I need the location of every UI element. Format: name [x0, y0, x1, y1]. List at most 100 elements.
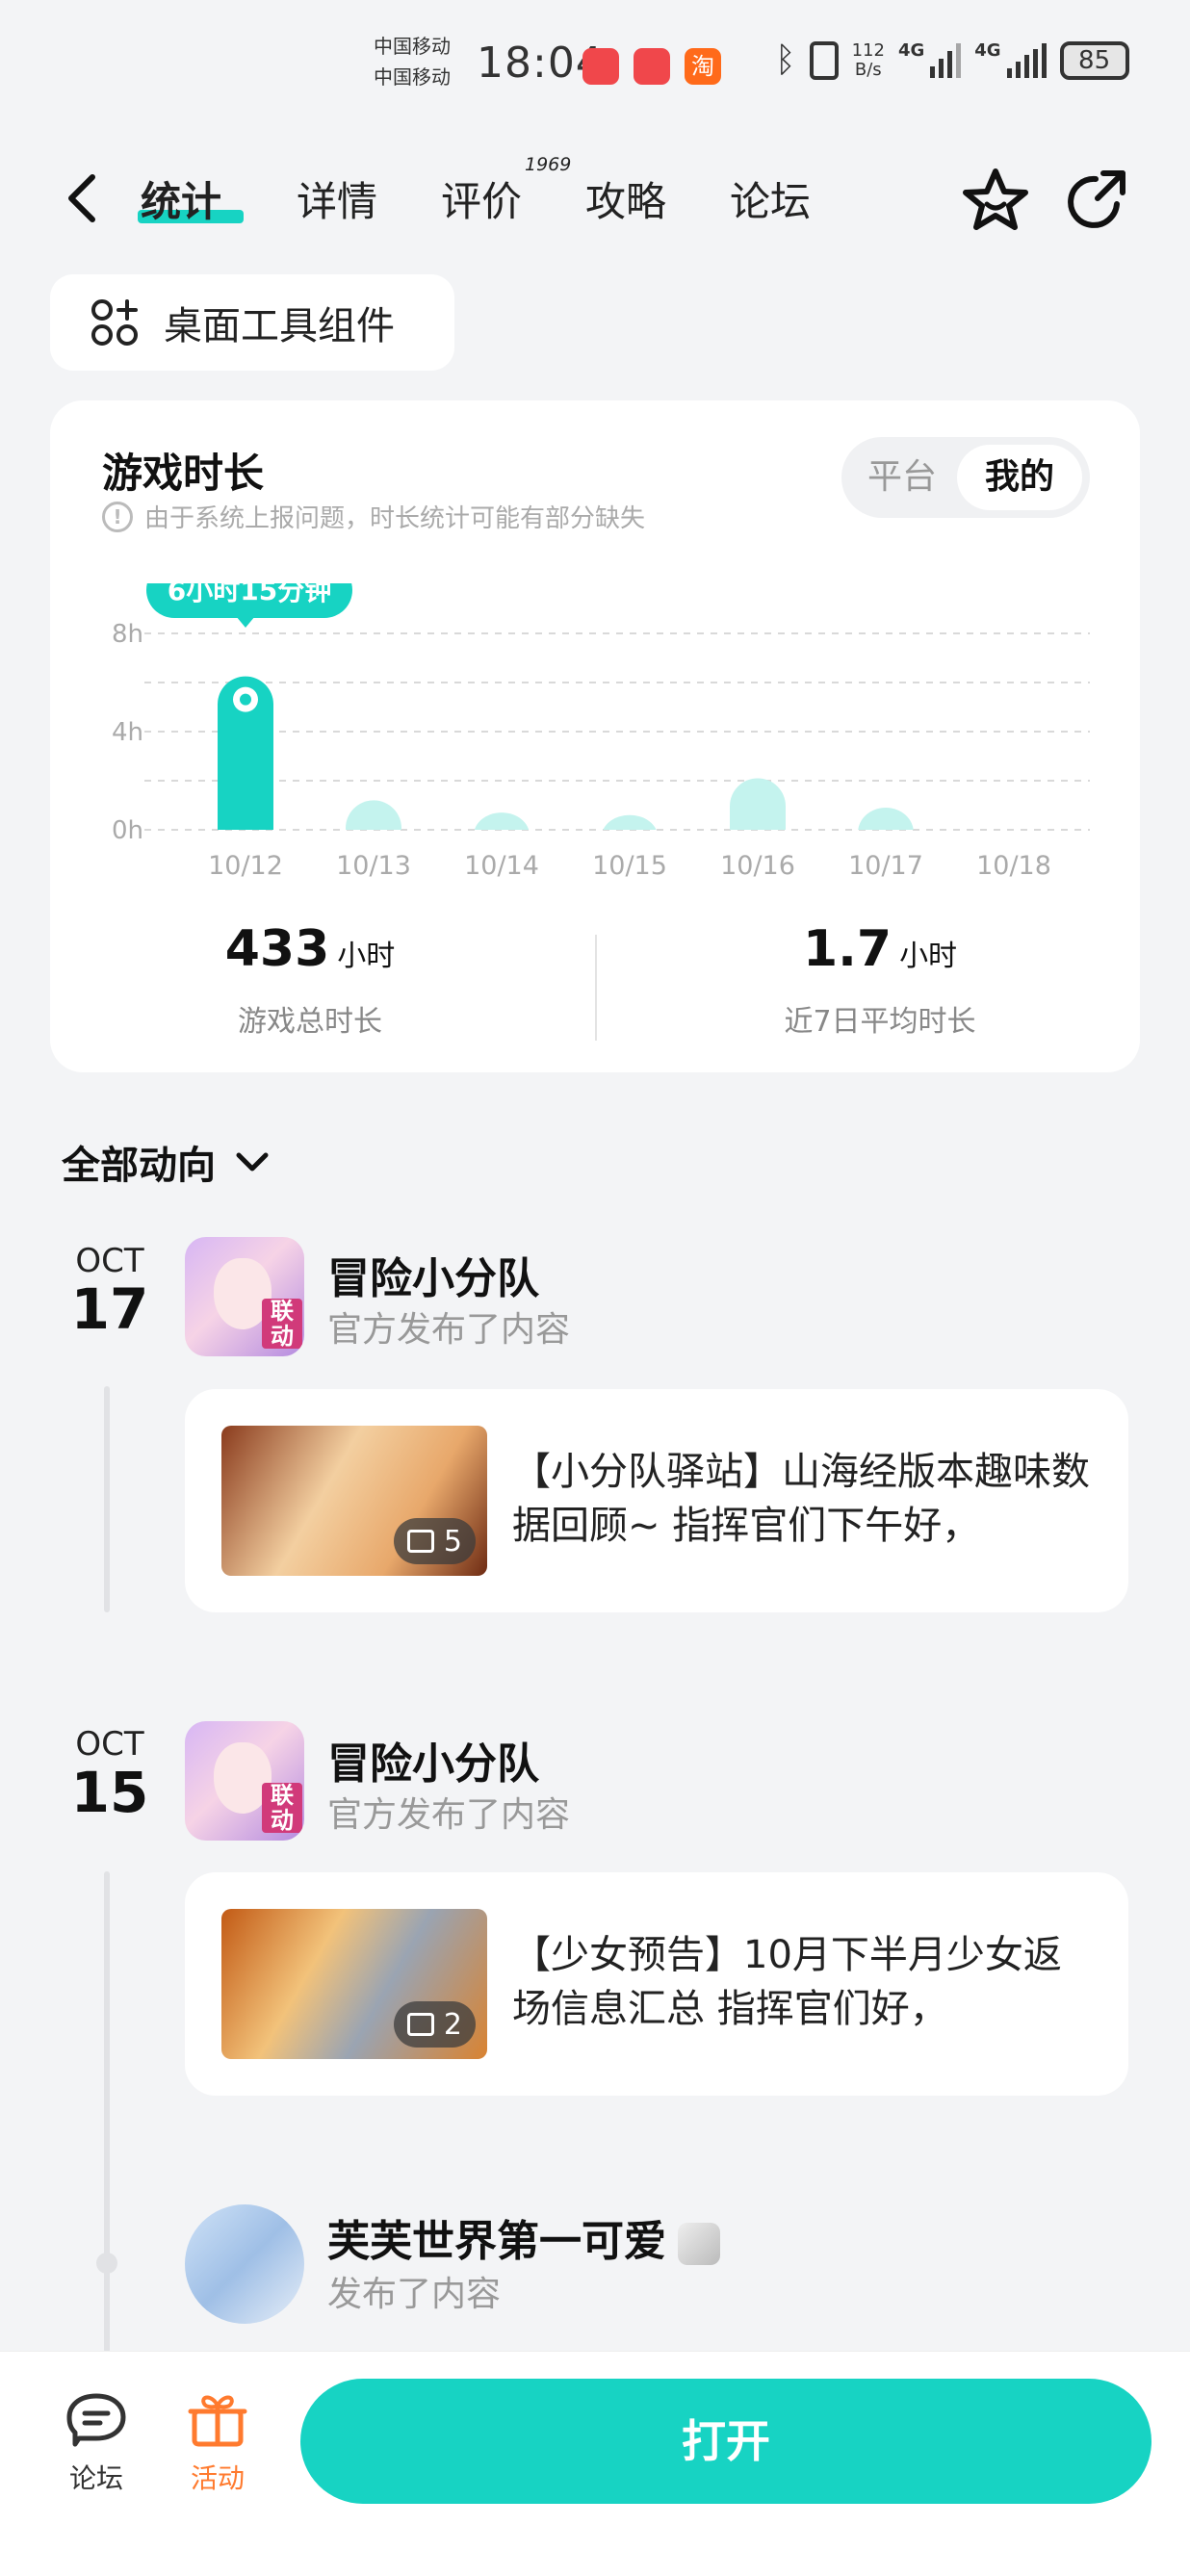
- huawei-notification-icon: [582, 48, 619, 85]
- signal-2-label: 4G: [974, 40, 1001, 61]
- battery-icon: 85: [1059, 40, 1129, 80]
- back-arrow-icon[interactable]: [60, 171, 108, 225]
- post-thumbnail: 5: [221, 1426, 487, 1576]
- activity-filter-label: 全部动向: [62, 1144, 216, 1188]
- chart-tooltip-pointer: [236, 616, 255, 628]
- taobao-notification-icon: 淘: [685, 48, 721, 85]
- image-count-badge: 2: [393, 2001, 476, 2048]
- average-playtime-stat: 1.7 小时 近7日平均时长: [620, 920, 1140, 1040]
- playtime-note: ! 由于系统上报问题，时长统计可能有部分缺失: [102, 499, 645, 534]
- post-card[interactable]: 2 【少女预告】10月下半月少女返场信息汇总 指挥官们好，: [185, 1872, 1128, 2096]
- timeline-line: [104, 1386, 110, 1612]
- status-indicators: ᛒ 112 B/s 4G 4G 85: [775, 40, 1129, 80]
- carrier-info: 中国移动 中国移动: [374, 31, 451, 92]
- total-playtime-value: 433: [224, 920, 330, 978]
- open-game-button[interactable]: 打开: [300, 2379, 1151, 2504]
- gift-icon: [188, 2395, 247, 2447]
- author-avatar[interactable]: 联动: [185, 1237, 304, 1356]
- post-date-month: OCT: [75, 1725, 144, 1764]
- image-count: 2: [443, 2007, 462, 2042]
- author-badge-avatar: [678, 2223, 720, 2265]
- author-action: 官方发布了内容: [327, 1310, 571, 1350]
- tab-details[interactable]: 详情: [297, 169, 377, 228]
- net-speed-value: 112: [851, 39, 885, 61]
- top-nav: 统计 详情 评价 1969 攻略 论坛: [0, 154, 1190, 241]
- average-playtime-caption: 近7日平均时长: [784, 1005, 976, 1039]
- image-count-badge: 5: [393, 1518, 476, 1564]
- carrier-1: 中国移动: [374, 35, 451, 58]
- post-date-day: 17: [70, 1276, 149, 1342]
- timeline-line: [104, 1871, 110, 2353]
- tab-reviews[interactable]: 评价: [441, 169, 522, 228]
- activity-filter-dropdown[interactable]: 全部动向: [62, 1134, 272, 1190]
- y-tick-label: 8h: [112, 620, 143, 649]
- y-tick-label: 4h: [112, 718, 143, 747]
- bar-marker-inner: [240, 693, 251, 706]
- chart-bar: [730, 778, 786, 830]
- favorite-star-icon[interactable]: [961, 166, 1030, 235]
- info-icon: !: [102, 501, 133, 532]
- x-tick-label: 10/18: [976, 851, 1051, 881]
- x-tick-label: 10/14: [464, 851, 539, 881]
- total-playtime-caption: 游戏总时长: [238, 1005, 382, 1039]
- author-avatar[interactable]: [185, 2204, 304, 2324]
- total-playtime-stat: 433 小时 游戏总时长: [50, 920, 570, 1040]
- x-tick-label: 10/17: [848, 851, 923, 881]
- timeline-dot: [96, 2253, 117, 2274]
- desktop-widget-button[interactable]: 桌面工具组件: [50, 274, 454, 371]
- platform-mine-toggle: 平台 我的: [841, 437, 1090, 518]
- signal-1-label: 4G: [897, 40, 925, 61]
- author-name[interactable]: 冒险小分队: [327, 1729, 539, 1790]
- chart-bar: [346, 800, 401, 830]
- post-card[interactable]: 5 【小分队驿站】山海经版本趣味数据回顾~ 指挥官们下午好，: [185, 1389, 1128, 1612]
- post-text: 【少女预告】10月下半月少女返场信息汇总 指挥官们好，: [512, 1933, 1062, 2031]
- net-speed: 112 B/s: [851, 39, 885, 80]
- status-bar: 中国移动 中国移动 18:04 淘 ᛒ 112 B/s 4G 4G 85: [0, 0, 1190, 135]
- bluetooth-icon: ᛒ: [775, 40, 796, 80]
- author-avatar[interactable]: 联动: [185, 1721, 304, 1841]
- x-tick-label: 10/13: [336, 851, 411, 881]
- image-icon: [406, 1530, 434, 1553]
- post-date-day: 15: [70, 1760, 149, 1825]
- post-date: OCT 15: [58, 1725, 162, 1825]
- event-label: 活动: [190, 2462, 245, 2494]
- tab-stats[interactable]: 统计: [141, 169, 221, 228]
- post-date: OCT 17: [58, 1242, 162, 1342]
- post-text: 【小分队驿站】山海经版本趣味数据回顾~ 指挥官们下午好，: [512, 1450, 1090, 1548]
- author-name-row[interactable]: 芙芙世界第一可爱: [327, 2206, 720, 2268]
- playtime-title: 游戏时长: [102, 450, 265, 497]
- event-button[interactable]: 活动: [169, 2390, 266, 2496]
- tab-guides[interactable]: 攻略: [585, 169, 666, 228]
- tab-forum[interactable]: 论坛: [730, 169, 811, 228]
- toggle-platform[interactable]: 平台: [849, 445, 955, 510]
- bottom-action-bar: 论坛 活动 打开: [0, 2351, 1190, 2576]
- post-date-month: OCT: [75, 1242, 144, 1280]
- image-count: 5: [443, 1524, 462, 1558]
- signal-2-icon: [1006, 42, 1047, 78]
- share-icon[interactable]: [1061, 166, 1130, 235]
- signal-1-icon: [930, 42, 962, 78]
- stat-divider: [595, 935, 597, 1041]
- net-speed-unit: B/s: [854, 59, 882, 80]
- forum-label: 论坛: [68, 2462, 123, 2494]
- author-name[interactable]: 冒险小分队: [327, 1244, 539, 1305]
- playtime-bar-chart: 8h 4h 0h 10/12 10/13 10/14 10/15 10/16 10/17 10/1…: [112, 583, 1090, 881]
- chart-tooltip-text: 6小时15分钟: [168, 583, 331, 606]
- chevron-down-icon: [236, 1152, 269, 1172]
- forum-button[interactable]: 论坛: [48, 2390, 144, 2496]
- vibrate-icon: [809, 40, 839, 80]
- x-tick-label: 10/12: [208, 851, 283, 881]
- average-playtime-value: 1.7: [802, 920, 892, 978]
- x-tick-label: 10/15: [592, 851, 667, 881]
- post-thumbnail: 2: [221, 1909, 487, 2059]
- author-action: 发布了内容: [327, 2275, 502, 2314]
- desktop-widget-label: 桌面工具组件: [164, 304, 395, 348]
- toggle-mine[interactable]: 我的: [957, 445, 1082, 510]
- collab-tag: 联动: [262, 1299, 302, 1349]
- forum-chat-icon: [66, 2393, 126, 2447]
- author-action: 官方发布了内容: [327, 1795, 571, 1835]
- widget-grid-icon: [91, 299, 138, 346]
- collab-tag: 联动: [262, 1783, 302, 1833]
- image-icon: [406, 2013, 434, 2036]
- total-playtime-unit: 小时: [337, 940, 396, 973]
